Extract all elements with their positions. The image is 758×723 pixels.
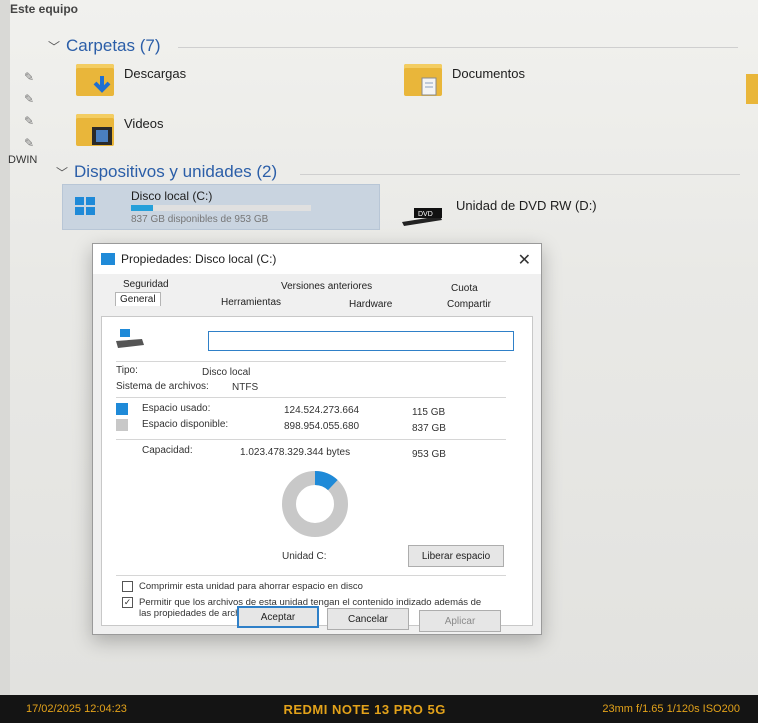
- folder-tile-videos[interactable]: Videos: [76, 114, 164, 146]
- film-icon: [92, 127, 112, 145]
- donut-free-segment: [282, 471, 348, 537]
- folder-tile-descargas[interactable]: Descargas: [76, 64, 186, 96]
- divider: [116, 397, 506, 398]
- tab-cuota[interactable]: Cuota: [447, 282, 482, 295]
- drive-icon: [101, 253, 115, 265]
- devices-group-header[interactable]: ﹀ Dispositivos y unidades (2): [56, 162, 277, 182]
- download-arrow-icon: [93, 76, 111, 93]
- capacity-bytes: 1.023.478.329.344 bytes: [240, 447, 351, 458]
- camera-overlay-bar: 17/02/2025 12:04:23 REDMI NOTE 13 PRO 5G…: [0, 695, 758, 723]
- folder-icon: [76, 114, 114, 146]
- dvd-drive-icon[interactable]: DVD: [400, 208, 444, 228]
- compress-option[interactable]: Comprimir esta unidad para ahorrar espac…: [122, 581, 502, 592]
- navigation-pane: [0, 0, 10, 695]
- used-space-label: Espacio usado:: [142, 403, 211, 414]
- general-tab-panel: Tipo: Disco local Sistema de archivos: N…: [101, 316, 533, 626]
- pin-icon: ✎: [24, 136, 35, 150]
- type-label: Tipo:: [116, 365, 138, 376]
- folder-icon: [76, 64, 114, 96]
- capture-datetime: 17/02/2025 12:04:23: [26, 703, 127, 715]
- divider: [116, 439, 506, 440]
- devices-group-title: Dispositivos y unidades (2): [74, 162, 278, 181]
- folders-group-header[interactable]: ﹀ Carpetas (7): [48, 36, 161, 56]
- tab-strip: Seguridad Versiones anteriores Cuota Gen…: [101, 276, 533, 320]
- windows-drive-icon: [75, 197, 95, 215]
- used-space-gb: 115 GB: [412, 407, 446, 418]
- folder-icon: [404, 64, 442, 96]
- pin-icon: ✎: [24, 70, 35, 84]
- used-space-bytes: 124.524.273.664: [284, 405, 360, 416]
- divider: [116, 575, 506, 576]
- chevron-down-icon: ﹀: [48, 39, 61, 54]
- index-checkbox[interactable]: ✓: [122, 597, 133, 608]
- drive-usage-fill: [131, 205, 153, 211]
- tab-general[interactable]: General: [115, 292, 161, 306]
- drive-icon: [116, 329, 144, 348]
- pin-icon: ✎: [24, 92, 35, 106]
- tab-hardware[interactable]: Hardware: [345, 298, 396, 311]
- used-space-swatch: [116, 403, 128, 415]
- filesystem-value: NTFS: [232, 382, 259, 393]
- chevron-down-icon: ﹀: [56, 165, 69, 180]
- dvd-drive-label[interactable]: Unidad de DVD RW (D:): [456, 198, 597, 213]
- tab-compartir[interactable]: Compartir: [443, 298, 495, 311]
- folder-icon[interactable]: [746, 74, 758, 104]
- exposure-info: 23mm f/1.65 1/120s ISO200: [602, 703, 740, 715]
- folder-label: Documentos: [452, 66, 525, 81]
- capacity-label: Capacidad:: [142, 445, 193, 456]
- free-space-swatch: [116, 419, 128, 431]
- tab-herramientas[interactable]: Herramientas: [217, 296, 285, 309]
- compress-checkbox[interactable]: [122, 581, 133, 592]
- folders-group-title: Carpetas (7): [66, 36, 161, 55]
- pin-icon: ✎: [24, 114, 35, 128]
- type-value: Disco local: [202, 367, 251, 378]
- usage-donut-chart: [282, 471, 348, 537]
- close-button[interactable]: ✕: [518, 250, 531, 270]
- volume-label-input[interactable]: [208, 331, 514, 351]
- breadcrumb: Este equipo: [10, 2, 79, 16]
- free-space-label: Espacio disponible:: [142, 419, 229, 430]
- sidebar-item-label[interactable]: DWIN: [8, 154, 37, 166]
- drive-tile-c[interactable]: Disco local (C:) 837 GB disponibles de 9…: [62, 184, 380, 230]
- free-space-gb: 837 GB: [412, 423, 446, 434]
- properties-dialog: Propiedades: Disco local (C:) ✕ Segurida…: [92, 243, 542, 635]
- drive-free-text: 837 GB disponibles de 953 GB: [131, 214, 269, 225]
- tab-versiones-anteriores[interactable]: Versiones anteriores: [277, 280, 376, 293]
- tab-seguridad[interactable]: Seguridad: [119, 278, 173, 291]
- device-model: REDMI NOTE 13 PRO 5G: [283, 701, 446, 717]
- capacity-gb: 953 GB: [412, 449, 446, 460]
- folder-label: Descargas: [124, 66, 187, 81]
- filesystem-label: Sistema de archivos:: [116, 381, 209, 392]
- apply-button[interactable]: Aplicar: [419, 610, 501, 632]
- dialog-title: Propiedades: Disco local (C:): [121, 252, 277, 266]
- group-divider: [300, 174, 740, 175]
- group-divider: [178, 47, 738, 48]
- disk-cleanup-button[interactable]: Liberar espacio: [408, 545, 504, 567]
- dvd-badge: DVD: [418, 211, 433, 218]
- dialog-title-bar[interactable]: Propiedades: Disco local (C:) ✕: [93, 244, 541, 274]
- folder-label: Videos: [124, 116, 164, 131]
- compress-label: Comprimir esta unidad para ahorrar espac…: [139, 581, 363, 592]
- drive-caption: Unidad C:: [282, 551, 327, 562]
- drive-name: Disco local (C:): [131, 189, 213, 203]
- ok-button[interactable]: Aceptar: [237, 606, 319, 628]
- drive-usage-bar: [131, 205, 311, 211]
- document-icon: [421, 77, 437, 96]
- folder-tile-documentos[interactable]: Documentos: [404, 64, 525, 96]
- explorer-window: Este equipo ✎ ✎ ✎ ✎ DWIN ﹀ Carpetas (7) …: [0, 0, 758, 695]
- divider: [116, 361, 506, 362]
- free-space-bytes: 898.954.055.680: [284, 421, 360, 432]
- cancel-button[interactable]: Cancelar: [327, 608, 409, 630]
